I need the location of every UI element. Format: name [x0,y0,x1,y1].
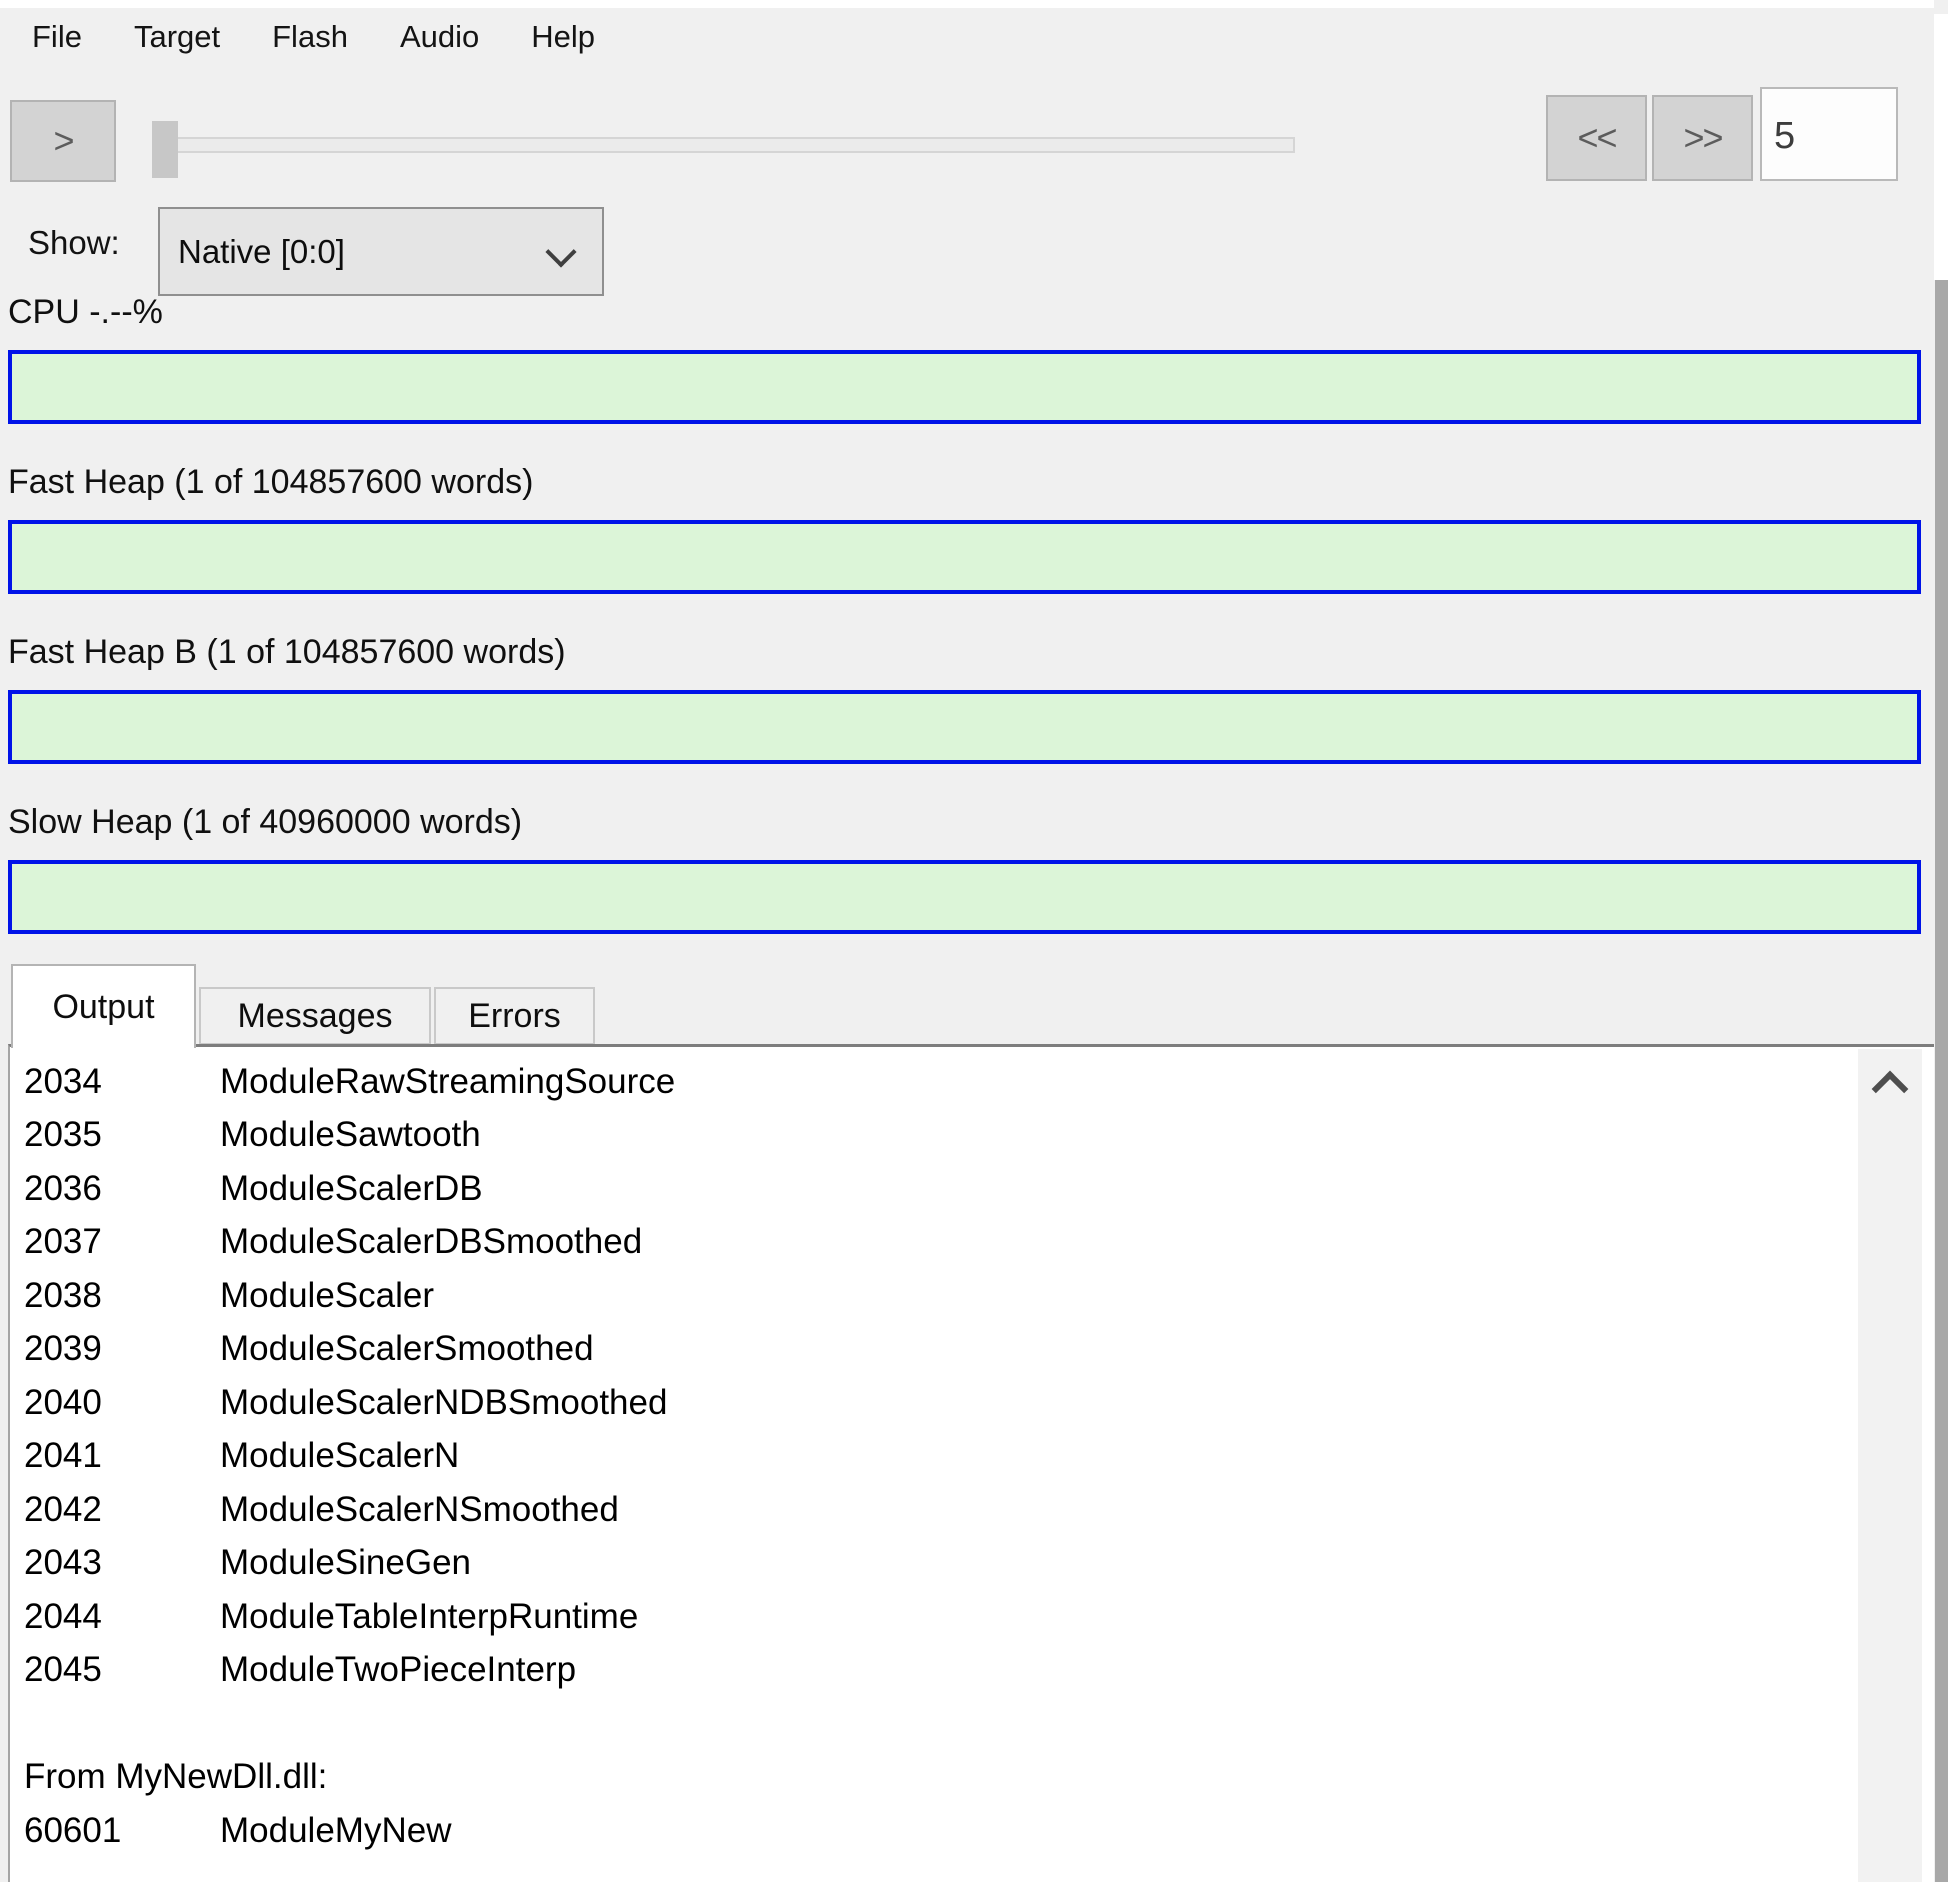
window-scrollbar-gap [1934,14,1948,280]
output-line: 2043 ModuleSineGen [10,1537,1934,1591]
module-name: ModuleSawtooth [220,1115,481,1155]
menu-help[interactable]: Help [505,15,621,59]
fast-heap-b-meter-bar [8,690,1921,764]
double-chevron-left-icon: << [1577,117,1615,159]
module-name: ModuleTableInterpRuntime [220,1597,638,1637]
output-line: 60601 ModuleMyNew [10,1804,1934,1858]
window-scrollbar-thumb[interactable] [1935,280,1948,1882]
output-line: 2038 ModuleScaler [10,1269,1934,1323]
output-line: From MyNewDll.dll: [10,1751,1934,1805]
show-label: Show: [28,224,120,262]
show-dropdown[interactable]: Native [0:0] [158,207,604,296]
slow-heap-meter-label: Slow Heap (1 of 40960000 words) [8,803,522,842]
output-line: 2044 ModuleTableInterpRuntime [10,1590,1934,1644]
module-id: 2038 [24,1276,220,1316]
module-id: 2035 [24,1115,220,1155]
step-back-button[interactable]: << [1546,95,1647,181]
module-name: ModuleScaler [220,1276,434,1316]
module-id: 60601 [24,1811,220,1851]
menu-target[interactable]: Target [108,15,246,59]
cpu-meter-bar [8,350,1921,424]
output-line: 2034 ModuleRawStreamingSource [10,1055,1934,1109]
module-id: 2045 [24,1650,220,1690]
module-id: 2044 [24,1597,220,1637]
module-id: 2043 [24,1543,220,1583]
output-line: 2035 ModuleSawtooth [10,1109,1934,1163]
menu-bar: File Target Flash Audio Help [0,8,1906,66]
module-id: 2042 [24,1490,220,1530]
fast-heap-meter-label: Fast Heap (1 of 104857600 words) [8,463,533,502]
fast-heap-meter-bar [8,520,1921,594]
module-id: 2037 [24,1222,220,1262]
chevron-up-icon [1872,1071,1909,1108]
output-line: 2036 ModuleScalerDB [10,1162,1934,1216]
module-name: ModuleScalerSmoothed [220,1329,594,1369]
slow-heap-meter-bar [8,860,1921,934]
play-icon: > [53,120,72,162]
output-line: 2041 ModuleScalerN [10,1430,1934,1484]
position-slider-track[interactable] [152,137,1295,153]
tab-messages[interactable]: Messages [199,987,431,1045]
module-name: ModuleTwoPieceInterp [220,1650,576,1690]
window-top-edge [0,0,1948,8]
output-line: 2042 ModuleScalerNSmoothed [10,1483,1934,1537]
output-line: 2039 ModuleScalerSmoothed [10,1323,1934,1377]
module-name: ModuleScalerDB [220,1169,483,1209]
module-name: ModuleScalerNDBSmoothed [220,1383,667,1423]
tab-output[interactable]: Output [11,964,196,1048]
play-button[interactable]: > [10,100,116,182]
output-console[interactable]: 2034 ModuleRawStreamingSource 2035 Modul… [8,1044,1934,1882]
output-line: 2045 ModuleTwoPieceInterp [10,1644,1934,1698]
step-forward-button[interactable]: >> [1652,95,1753,181]
position-slider-thumb[interactable] [152,121,178,178]
counter-input[interactable] [1760,87,1898,181]
menu-audio[interactable]: Audio [374,15,505,59]
cpu-meter-label: CPU -.--% [8,293,163,332]
output-line: 2037 ModuleScalerDBSmoothed [10,1216,1934,1270]
menu-flash[interactable]: Flash [246,15,374,59]
output-lines: 2034 ModuleRawStreamingSource 2035 Modul… [10,1047,1934,1858]
module-name: ModuleSineGen [220,1543,471,1583]
module-name: ModuleScalerDBSmoothed [220,1222,642,1262]
module-id: 2039 [24,1329,220,1369]
tab-errors[interactable]: Errors [434,987,595,1045]
chevron-down-icon [545,236,576,267]
menu-file[interactable]: File [6,15,108,59]
module-id: 2041 [24,1436,220,1476]
show-dropdown-value: Native [0:0] [178,233,345,271]
double-chevron-right-icon: >> [1683,117,1721,159]
scroll-up-button[interactable] [1858,1049,1922,1115]
module-name: ModuleRawStreamingSource [220,1062,675,1102]
fast-heap-b-meter-label: Fast Heap B (1 of 104857600 words) [8,633,566,672]
module-id: 2036 [24,1169,220,1209]
module-name: ModuleScalerNSmoothed [220,1490,619,1530]
module-id: From MyNewDll.dll: [24,1757,327,1797]
output-scrollbar[interactable] [1858,1049,1922,1882]
module-id: 2034 [24,1062,220,1102]
module-name: ModuleMyNew [220,1811,451,1851]
module-id: 2040 [24,1383,220,1423]
output-line [10,1697,1934,1751]
module-name: ModuleScalerN [220,1436,459,1476]
output-line: 2040 ModuleScalerNDBSmoothed [10,1376,1934,1430]
